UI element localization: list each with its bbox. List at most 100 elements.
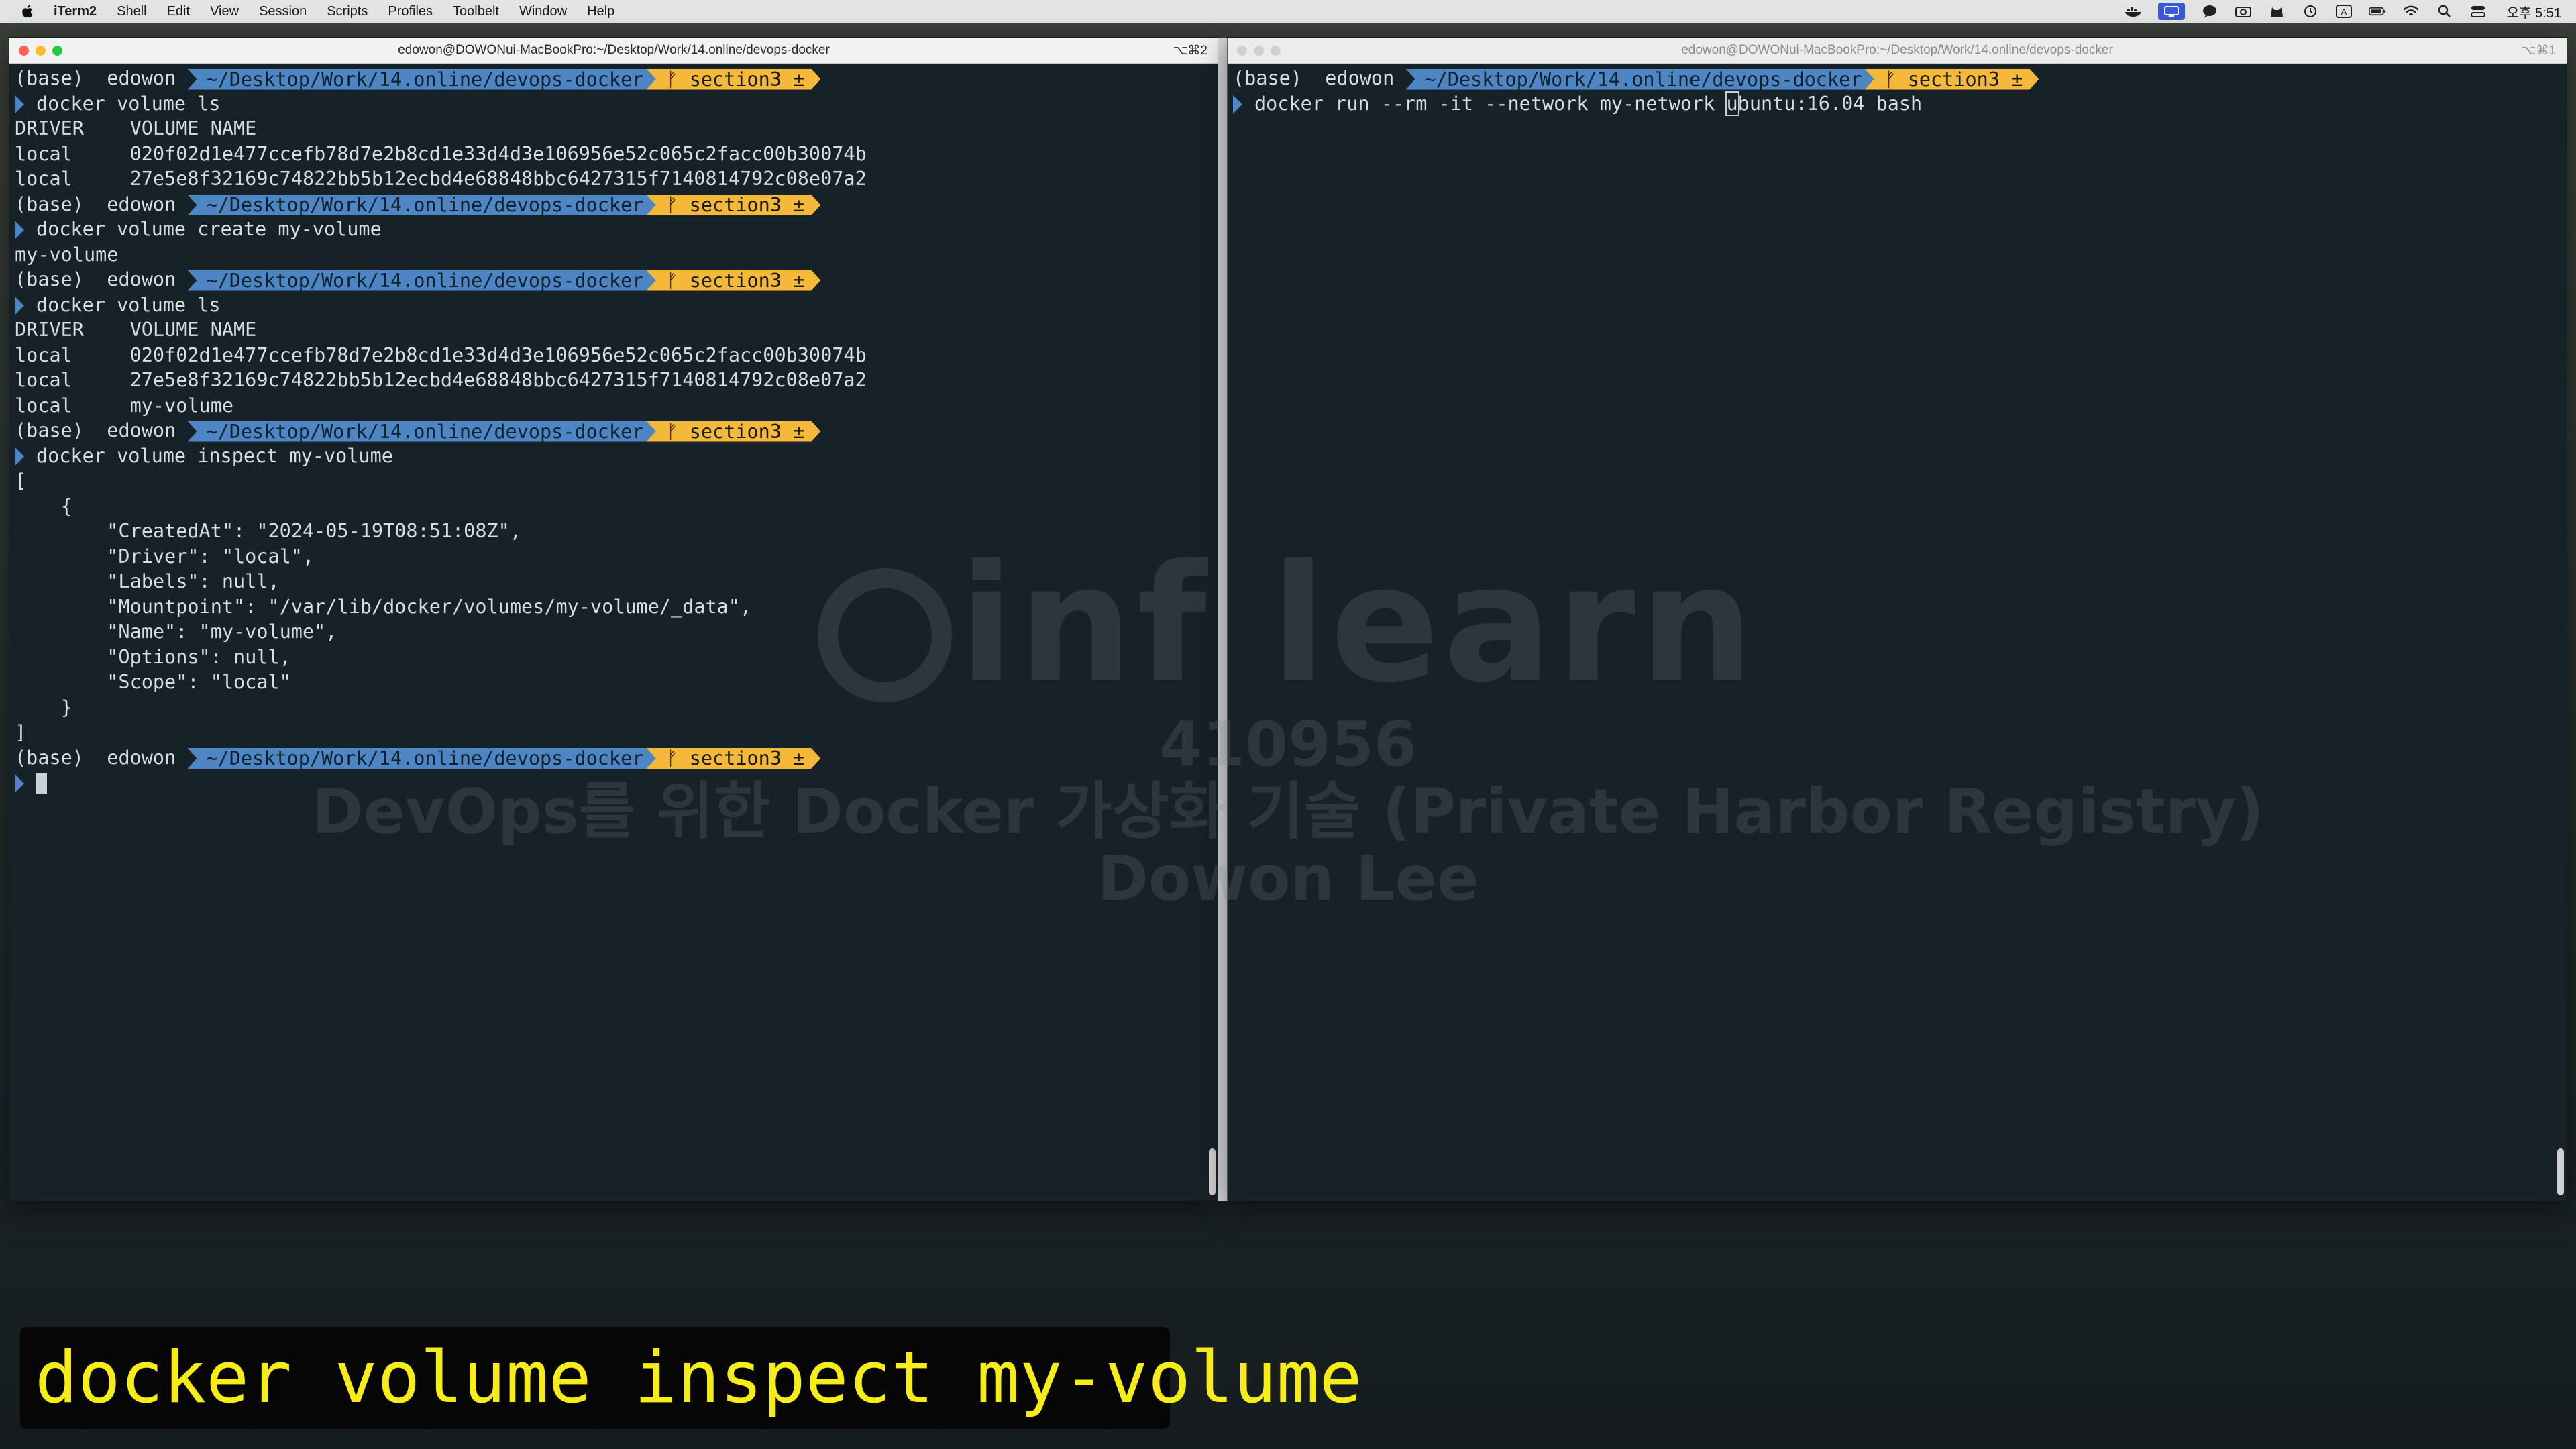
- prompt-user: edowon: [107, 193, 176, 215]
- json-line: {: [15, 494, 72, 517]
- terminal-window-right[interactable]: edowon@DOWONui-MacBookPro:~/Desktop/Work…: [1228, 38, 2567, 1201]
- json-line: "Name": "my-volume",: [15, 621, 337, 643]
- window-titlebar[interactable]: edowon@DOWONui-MacBookPro:~/Desktop/Work…: [9, 38, 1218, 64]
- output-line: local 27e5e8f32169c74822bb5b12ecbd4e6884…: [15, 369, 867, 391]
- input-line[interactable]: [15, 770, 1205, 796]
- window-shortcut: ⌥⌘2: [1173, 44, 1208, 58]
- close-button[interactable]: [19, 46, 29, 56]
- zoom-button[interactable]: [52, 46, 62, 56]
- prompt-git-branch: ᚠ section3 ±: [646, 421, 820, 442]
- prompt-line: (base) edowon ~/Desktop/Work/14.online/d…: [1233, 66, 2553, 91]
- svg-text:A: A: [2341, 7, 2347, 17]
- command-line: docker volume ls: [15, 91, 1205, 117]
- menu-help[interactable]: Help: [587, 4, 614, 19]
- wifi-icon[interactable]: [2402, 5, 2420, 18]
- json-line: "Driver": "local",: [15, 545, 315, 568]
- menu-toolbelt[interactable]: Toolbelt: [453, 4, 499, 19]
- menu-scripts[interactable]: Scripts: [327, 4, 368, 19]
- scrollbar[interactable]: [1209, 1148, 1216, 1195]
- output-line: DRIVER VOLUME NAME: [15, 117, 257, 140]
- command-text: docker volume ls: [36, 92, 221, 115]
- prompt-chevron-icon: [15, 95, 24, 114]
- prompt-git-branch: ᚠ section3 ±: [646, 748, 820, 769]
- window-titlebar[interactable]: edowon@DOWONui-MacBookPro:~/Desktop/Work…: [1228, 38, 2567, 64]
- command-text: docker volume ls: [36, 293, 221, 316]
- prompt-git-branch: ᚠ section3 ±: [646, 69, 820, 90]
- prompt-path: ~/Desktop/Work/14.online/devops-docker: [187, 69, 655, 90]
- prompt-git-branch: ᚠ section3 ±: [646, 270, 820, 291]
- prompt-chevron-icon: [15, 447, 24, 466]
- control-center-icon[interactable]: [2469, 5, 2487, 18]
- output-line: local 27e5e8f32169c74822bb5b12ecbd4e6884…: [15, 168, 867, 190]
- prompt-line: (base) edowon ~/Desktop/Work/14.online/d…: [15, 418, 1205, 443]
- prompt-chevron-icon: [15, 774, 24, 793]
- prompt-user: edowon: [107, 746, 176, 769]
- prompt-git-branch: ᚠ section3 ±: [646, 195, 820, 215]
- text-cursor: [36, 773, 47, 794]
- menu-session[interactable]: Session: [259, 4, 307, 19]
- prompt-line: (base) edowon ~/Desktop/Work/14.online/d…: [15, 267, 1205, 292]
- screen-share-icon[interactable]: [2157, 3, 2185, 20]
- minimize-button[interactable]: [36, 46, 46, 56]
- prompt-line: (base) edowon ~/Desktop/Work/14.online/d…: [15, 745, 1205, 771]
- input-line[interactable]: docker run --rm -it --network my-network…: [1233, 91, 2553, 117]
- prompt-env: (base): [15, 193, 84, 215]
- zoom-button[interactable]: [1271, 46, 1281, 56]
- json-line: [: [15, 470, 27, 492]
- menu-edit[interactable]: Edit: [167, 4, 190, 19]
- window-title: edowon@DOWONui-MacBookPro:~/Desktop/Work…: [398, 43, 830, 57]
- command-text-rest: buntu:16.04 bash: [1737, 92, 1923, 115]
- apple-icon[interactable]: [20, 4, 34, 19]
- terminal-window-left[interactable]: edowon@DOWONui-MacBookPro:~/Desktop/Work…: [9, 38, 1218, 1201]
- command-text: docker volume create my-volume: [36, 218, 382, 240]
- prompt-chevron-icon: [15, 296, 24, 315]
- menu-window[interactable]: Window: [519, 4, 567, 19]
- window-title: edowon@DOWONui-MacBookPro:~/Desktop/Work…: [1681, 43, 2113, 57]
- json-line: "CreatedAt": "2024-05-19T08:51:08Z",: [15, 520, 521, 542]
- json-line: "Labels": null,: [15, 570, 280, 592]
- json-line: "Options": null,: [15, 645, 291, 668]
- battery-icon[interactable]: [2368, 5, 2386, 18]
- search-icon[interactable]: [2436, 5, 2453, 18]
- fortune-cat-icon[interactable]: [2268, 5, 2286, 18]
- prompt-user: edowon: [107, 268, 176, 290]
- close-button[interactable]: [1237, 46, 1247, 56]
- scrollbar[interactable]: [2557, 1148, 2564, 1195]
- output-line: local 020f02d1e477ccefb78d7e2b8cd1e33d4d…: [15, 343, 867, 366]
- prompt-env: (base): [15, 419, 84, 441]
- menu-profiles[interactable]: Profiles: [388, 4, 433, 19]
- text-cursor: u: [1725, 91, 1739, 116]
- split-divider[interactable]: [1218, 38, 1228, 1201]
- prompt-line: (base) edowon ~/Desktop/Work/14.online/d…: [15, 66, 1205, 91]
- input-source-icon[interactable]: A: [2335, 5, 2353, 18]
- app-menu-iterm2[interactable]: iTerm2: [54, 4, 97, 19]
- json-line: ]: [15, 721, 27, 743]
- command-text: docker volume inspect my-volume: [36, 444, 393, 467]
- output-line: DRIVER VOLUME NAME: [15, 319, 257, 341]
- prompt-chevron-icon: [15, 221, 24, 239]
- output-line: my-volume: [15, 243, 119, 266]
- minimize-button[interactable]: [1254, 46, 1264, 56]
- terminal-output[interactable]: (base) edowon ~/Desktop/Work/14.online/d…: [1233, 66, 2553, 1201]
- prompt-path: ~/Desktop/Work/14.online/devops-docker: [1405, 69, 1874, 90]
- prompt-env: (base): [1233, 67, 1302, 89]
- window-shortcut: ⌥⌘1: [2521, 44, 2556, 58]
- prompt-env: (base): [15, 268, 84, 290]
- menu-clock[interactable]: 오후 5:51: [2507, 2, 2561, 21]
- camera-icon[interactable]: [2235, 5, 2252, 18]
- prompt-git-branch: ᚠ section3 ±: [1864, 69, 2039, 90]
- terminal-output[interactable]: (base) edowon ~/Desktop/Work/14.online/d…: [15, 66, 1205, 1201]
- json-line: "Mountpoint": "/var/lib/docker/volumes/m…: [15, 595, 752, 618]
- prompt-env: (base): [15, 746, 84, 769]
- menu-view[interactable]: View: [210, 4, 239, 19]
- docker-whale-icon[interactable]: [2125, 5, 2142, 18]
- output-line: local my-volume: [15, 394, 234, 417]
- prompt-chevron-icon: [1233, 95, 1242, 114]
- command-line: docker volume ls: [15, 292, 1205, 318]
- json-line: }: [15, 696, 72, 718]
- history-clock-icon[interactable]: [2302, 5, 2319, 18]
- chat-bubble-icon[interactable]: [2201, 5, 2218, 18]
- menu-bar: iTerm2 Shell Edit View Session Scripts P…: [0, 0, 2576, 23]
- menu-shell[interactable]: Shell: [117, 4, 146, 19]
- command-text: docker run --rm -it --network my-network: [1254, 92, 1727, 115]
